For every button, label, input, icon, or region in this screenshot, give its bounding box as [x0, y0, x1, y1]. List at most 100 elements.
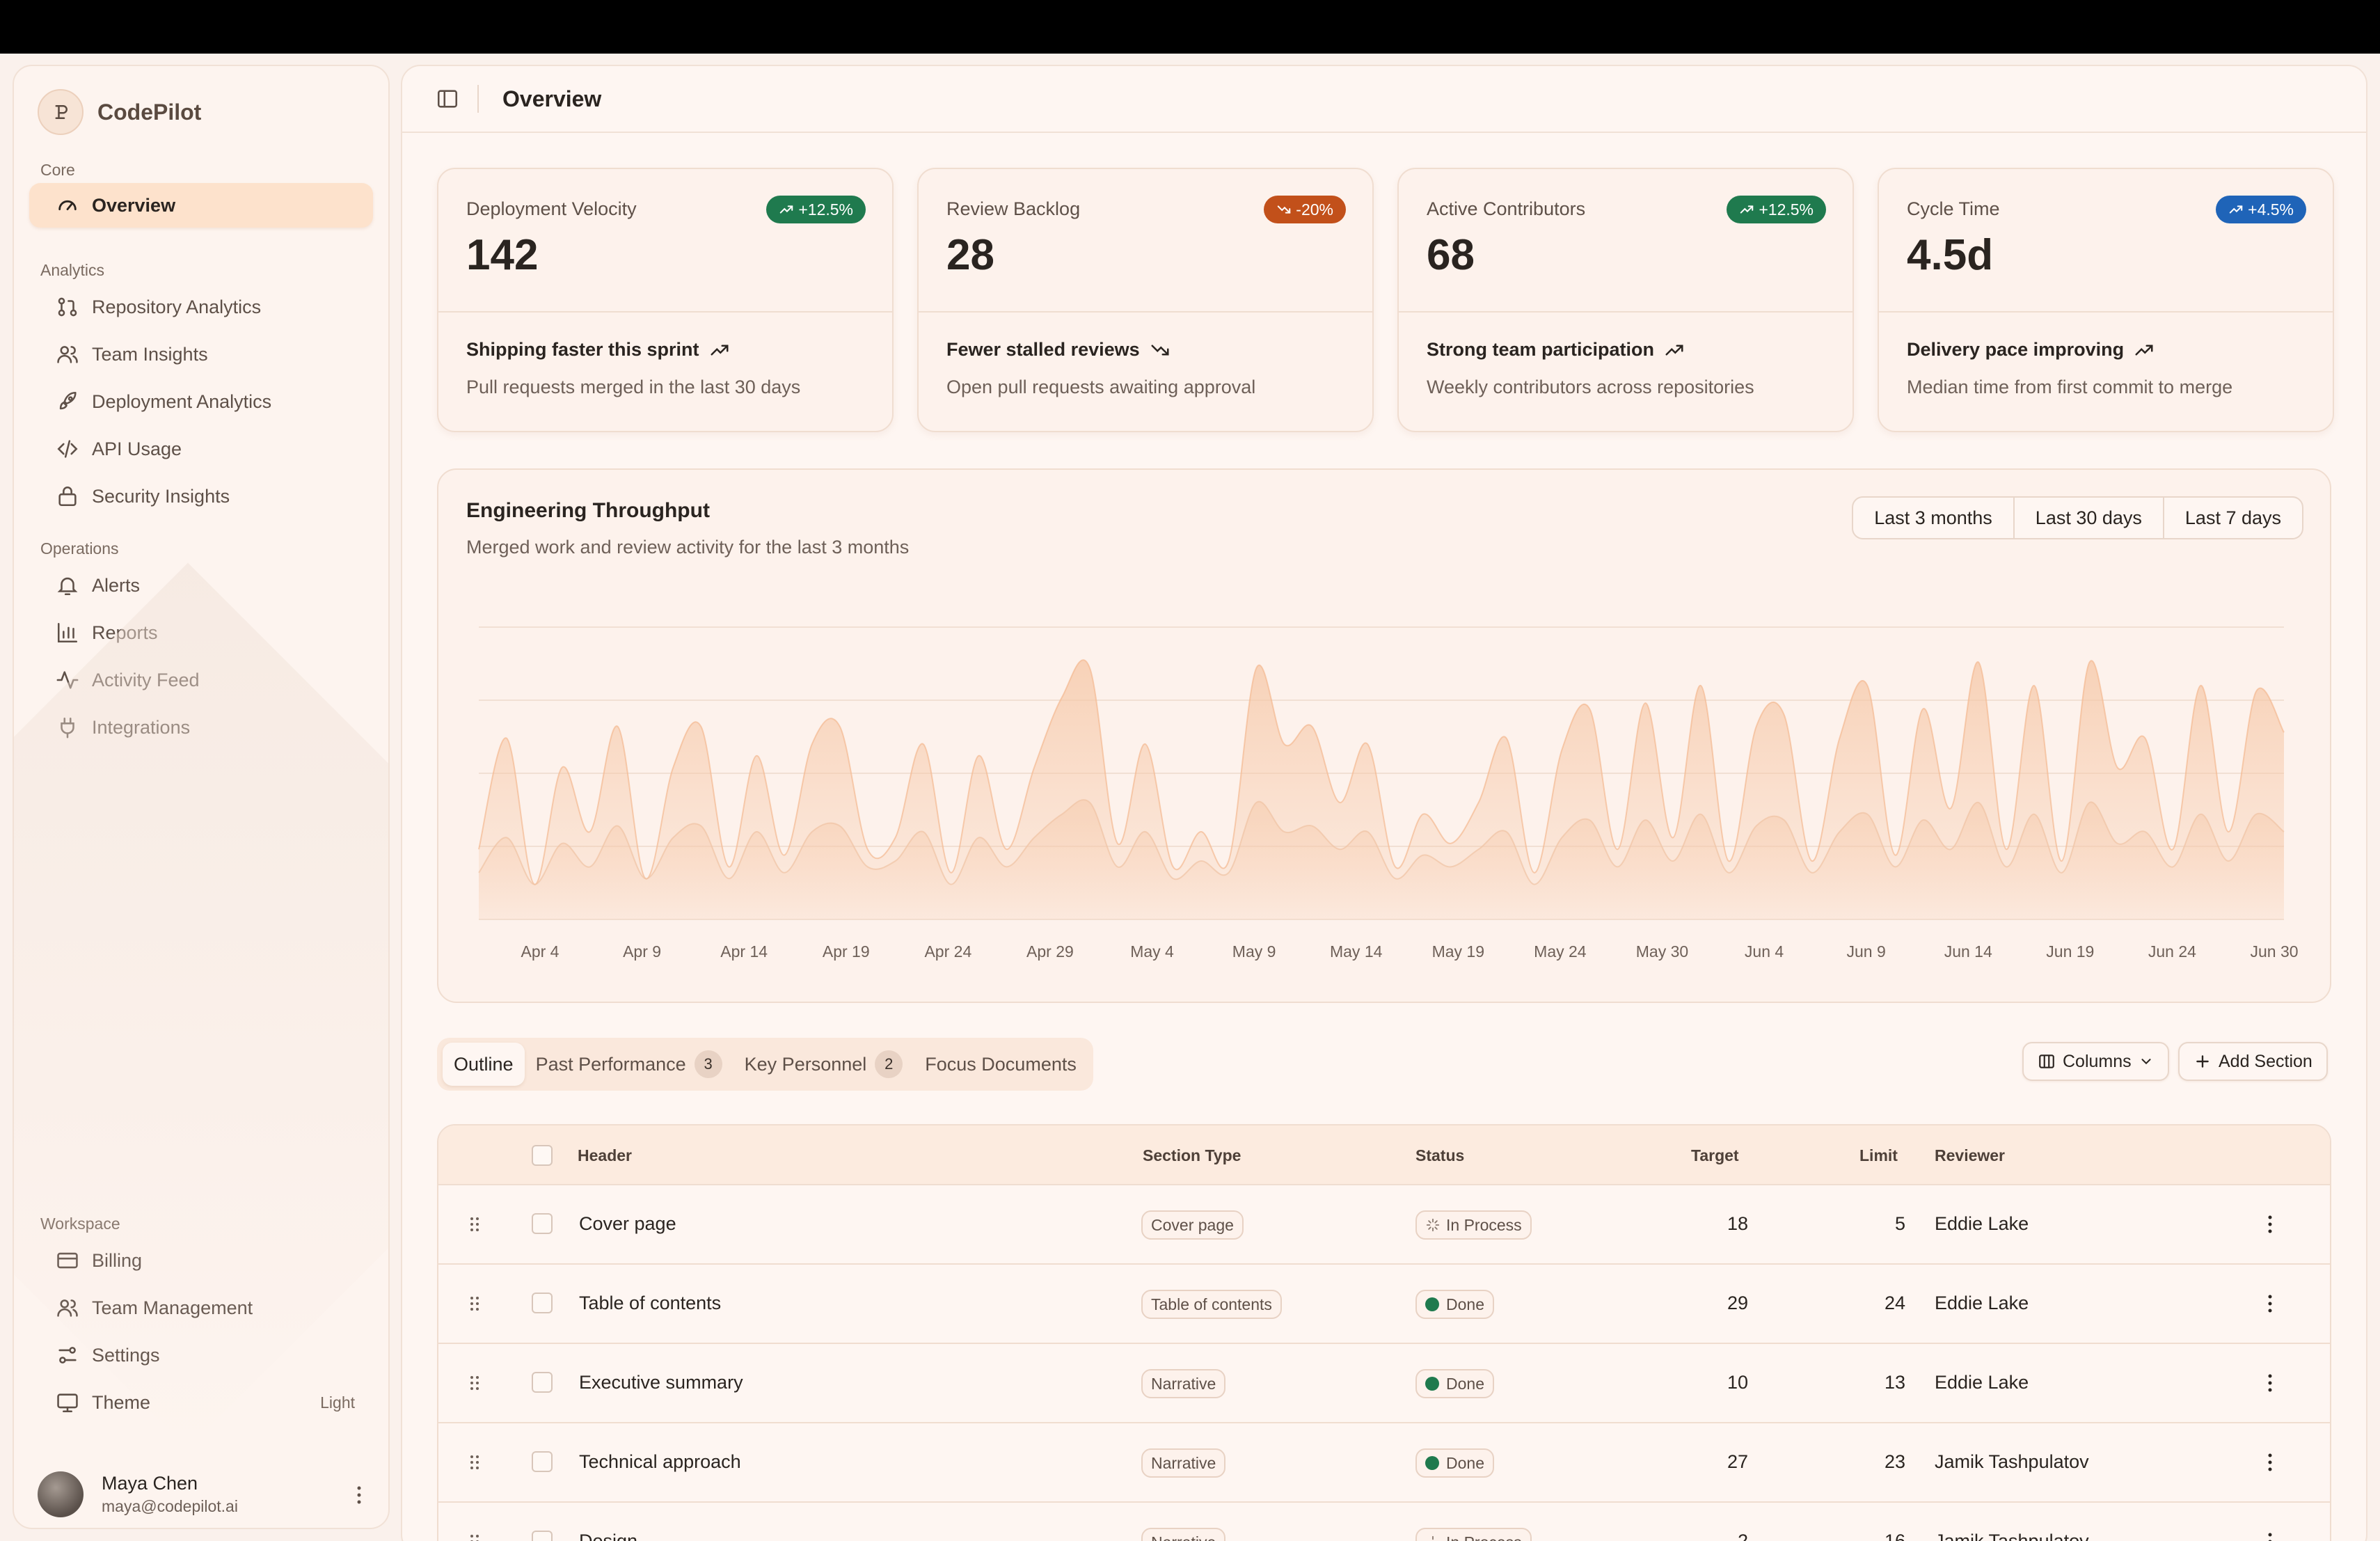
x-tick-label: May 30 [1636, 942, 1688, 961]
column-header-reviewer[interactable]: Reviewer [1935, 1146, 2005, 1165]
sliders-icon [58, 1347, 77, 1364]
columns-button[interactable]: Columns [2022, 1042, 2169, 1081]
limit-value[interactable]: 24 [1836, 1293, 1905, 1314]
row-actions-icon[interactable] [2267, 1373, 2273, 1393]
table-row[interactable]: Design Narrative In Process 2 16 Jamik T… [438, 1503, 2330, 1541]
limit-value[interactable]: 5 [1836, 1213, 1905, 1235]
limit-value[interactable]: 23 [1836, 1451, 1905, 1473]
row-checkbox[interactable] [532, 1531, 553, 1541]
column-header-section-type[interactable]: Section Type [1143, 1146, 1241, 1165]
sidebar-item-api-usage[interactable]: API Usage [29, 427, 373, 471]
column-header-limit[interactable]: Limit [1859, 1146, 1898, 1165]
reviewer-value[interactable]: Jamik Tashpulatov [1935, 1451, 2089, 1473]
sidebar-item-activity-feed[interactable]: Activity Feed [29, 658, 373, 702]
table-row[interactable]: Executive summary Narrative Done 10 13 E… [438, 1344, 2330, 1423]
row-header[interactable]: Design [579, 1531, 637, 1541]
table-row[interactable]: Table of contents Table of contents Done… [438, 1265, 2330, 1344]
x-tick-label: Jun 4 [1745, 942, 1784, 961]
reviewer-value[interactable]: Eddie Lake [1935, 1293, 2029, 1314]
row-checkbox[interactable] [532, 1372, 553, 1393]
sidebar-item-team-insights[interactable]: Team Insights [29, 332, 373, 377]
row-actions-icon[interactable] [2267, 1532, 2273, 1541]
tab-label: Key Personnel [744, 1053, 867, 1075]
user-profile[interactable]: Maya Chen maya@codepilot.ai [38, 1467, 379, 1522]
sidebar-item-reports[interactable]: Reports [29, 610, 373, 655]
brand[interactable]: CodePilot [38, 87, 201, 137]
drag-handle-icon[interactable] [469, 1295, 480, 1312]
sidebar-item-theme[interactable]: Theme Light [29, 1380, 373, 1425]
row-header[interactable]: Cover page [579, 1213, 676, 1235]
tab-label: Past Performance [535, 1053, 686, 1075]
codepilot-logo-icon [38, 89, 84, 135]
row-header[interactable]: Technical approach [579, 1451, 741, 1473]
column-header-target[interactable]: Target [1691, 1146, 1739, 1165]
sidebar-item-settings[interactable]: Settings [29, 1333, 373, 1377]
drag-handle-icon[interactable] [469, 1375, 480, 1391]
reviewer-value[interactable]: Eddie Lake [1935, 1372, 2029, 1393]
tab-outline[interactable]: Outline [443, 1043, 525, 1086]
x-tick-label: Apr 9 [623, 942, 661, 961]
section-type-badge: Cover page [1141, 1210, 1244, 1240]
sidebar-item-overview[interactable]: Overview [29, 183, 373, 228]
target-value[interactable]: 10 [1679, 1372, 1748, 1393]
sidebar-item-repository-analytics[interactable]: Repository Analytics [29, 285, 373, 329]
drag-handle-icon[interactable] [469, 1454, 480, 1471]
column-header-header[interactable]: Header [578, 1146, 632, 1165]
status-badge: Done [1415, 1448, 1494, 1478]
x-tick-label: May 19 [1432, 942, 1484, 961]
reviewer-value[interactable]: Eddie Lake [1935, 1213, 2029, 1235]
table-row[interactable]: Technical approach Narrative Done 27 23 … [438, 1423, 2330, 1503]
row-checkbox[interactable] [532, 1213, 553, 1234]
tab-key-personnel[interactable]: Key Personnel 2 [733, 1043, 914, 1086]
tab-focus-documents[interactable]: Focus Documents [914, 1043, 1088, 1086]
monitor-icon [57, 1393, 78, 1413]
row-header[interactable]: Executive summary [579, 1372, 743, 1393]
trending-up-icon [1740, 205, 1754, 214]
done-icon [1425, 1297, 1439, 1311]
drag-handle-icon[interactable] [469, 1533, 480, 1541]
plug-icon [61, 717, 74, 738]
row-actions-icon[interactable] [2267, 1294, 2273, 1313]
trend-badge: +12.5% [1727, 196, 1826, 223]
kpi-value: 28 [946, 231, 994, 279]
kpi-label: Review Backlog [946, 198, 1081, 219]
row-checkbox[interactable] [532, 1451, 553, 1472]
row-actions-icon[interactable] [2267, 1215, 2273, 1234]
chevron-down-icon [2141, 1059, 2151, 1065]
trending-up-icon [2229, 205, 2243, 214]
sidebar-item-billing[interactable]: Billing [29, 1238, 373, 1283]
kpi-footer-title-text: Strong team participation [1427, 339, 1655, 360]
row-actions-icon[interactable] [2267, 1453, 2273, 1472]
sidebar-item-team-management[interactable]: Team Management [29, 1286, 373, 1330]
target-value[interactable]: 27 [1679, 1451, 1748, 1473]
header-divider [477, 85, 479, 113]
sidebar-item-integrations[interactable]: Integrations [29, 705, 373, 750]
tab-label: Focus Documents [925, 1053, 1077, 1075]
row-checkbox[interactable] [532, 1293, 553, 1313]
bar-chart-icon [57, 622, 78, 643]
target-value[interactable]: 29 [1679, 1293, 1748, 1314]
drag-handle-icon[interactable] [469, 1216, 480, 1233]
card-divider [919, 311, 1372, 313]
sidebar-item-security-insights[interactable]: Security Insights [29, 474, 373, 519]
more-vertical-icon[interactable] [356, 1486, 362, 1504]
x-tick-label: May 4 [1130, 942, 1174, 961]
add-section-button[interactable]: Add Section [2178, 1042, 2328, 1081]
limit-value[interactable]: 16 [1836, 1531, 1905, 1541]
done-icon [1425, 1377, 1439, 1391]
tab-past-performance[interactable]: Past Performance 3 [525, 1043, 733, 1086]
target-value[interactable]: 18 [1679, 1213, 1748, 1235]
kpi-value: 142 [466, 231, 539, 279]
target-value[interactable]: 2 [1679, 1531, 1748, 1541]
sidebar-item-deployment-analytics[interactable]: Deployment Analytics [29, 379, 373, 424]
sidebar-toggle-icon[interactable] [436, 87, 459, 111]
row-header[interactable]: Table of contents [579, 1293, 721, 1314]
limit-value[interactable]: 13 [1836, 1372, 1905, 1393]
reviewer-value[interactable]: Jamik Tashpulatov [1935, 1531, 2089, 1541]
select-all-checkbox[interactable] [532, 1145, 553, 1166]
table-row[interactable]: Cover page Cover page In Process 18 5 Ed… [438, 1185, 2330, 1265]
column-header-status[interactable]: Status [1415, 1146, 1464, 1165]
section-label-core: Core [40, 161, 75, 179]
sidebar-item-alerts[interactable]: Alerts [29, 563, 373, 608]
x-tick-label: Jun 19 [2046, 942, 2094, 961]
